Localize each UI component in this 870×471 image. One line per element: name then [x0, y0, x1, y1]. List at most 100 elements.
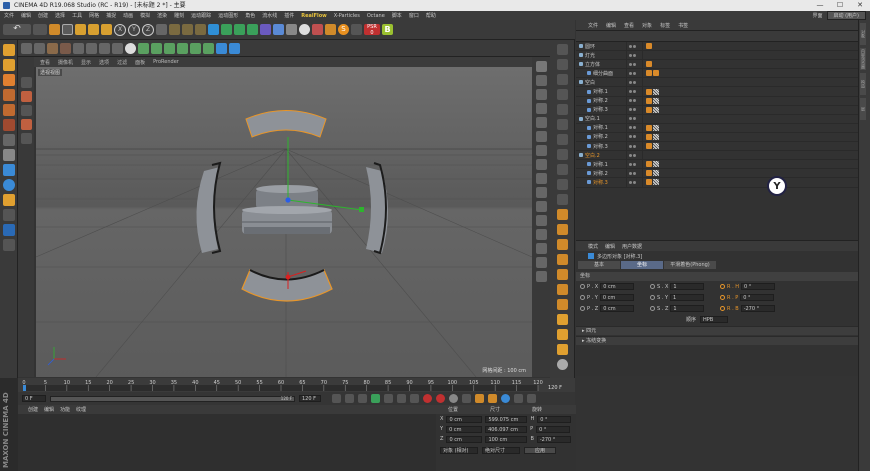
tweak-icon[interactable] [2, 194, 15, 206]
object-manager-menu-item[interactable]: 标签 [660, 22, 670, 29]
octane-material-icon[interactable] [556, 314, 568, 325]
object-row[interactable]: 立方体 [576, 60, 858, 70]
visibility-cell[interactable] [626, 42, 642, 51]
function-icon[interactable] [229, 42, 240, 54]
visibility-cell[interactable] [626, 151, 642, 160]
menu-item[interactable]: 模拟 [140, 12, 150, 19]
menu-item[interactable]: 窗口 [409, 12, 419, 19]
autokey-icon[interactable] [436, 394, 445, 403]
size-input[interactable]: 100 cm [485, 435, 528, 443]
tab-basic[interactable]: 基本 [578, 261, 620, 269]
cube-primitive-icon[interactable] [535, 61, 547, 72]
texture-tag-icon[interactable] [653, 170, 659, 177]
play-icon[interactable] [371, 394, 380, 403]
loop-cut-icon[interactable] [190, 42, 201, 54]
make-editable-icon[interactable] [21, 42, 32, 54]
texture-tag-icon[interactable] [653, 179, 659, 186]
visibility-cell[interactable] [626, 51, 642, 60]
prev-key-icon[interactable] [345, 394, 354, 403]
visibility-cell[interactable] [626, 178, 642, 187]
tab-coordinates[interactable]: 坐标 [621, 261, 663, 269]
visibility-cell[interactable] [626, 160, 642, 169]
object-row[interactable]: 灯光 [576, 51, 858, 61]
menu-item[interactable]: 流水线 [262, 12, 277, 19]
brush-icon[interactable] [20, 91, 32, 102]
arc-piece-right[interactable] [366, 167, 388, 253]
cube-icon[interactable] [208, 24, 219, 35]
menu-item[interactable]: 运动跟踪 [191, 12, 211, 19]
material-menu-item[interactable]: 创建 [28, 406, 38, 413]
menu-item[interactable]: RealFlow [301, 13, 327, 19]
menu-item[interactable]: 帮助 [426, 12, 436, 19]
visibility-dot-icon[interactable] [629, 162, 632, 166]
order-select[interactable]: HPB [700, 316, 729, 323]
visibility-cell[interactable] [626, 114, 642, 123]
shear-icon[interactable] [535, 145, 547, 156]
gear-icon[interactable] [556, 359, 568, 370]
lock-icon[interactable] [20, 77, 32, 88]
visibility-dot-icon[interactable] [633, 153, 636, 157]
keyframe-radio-icon[interactable] [650, 306, 655, 311]
coordinate-system-icon[interactable] [156, 24, 167, 35]
side-tab[interactable]: 对象 [860, 23, 866, 45]
visibility-dot-icon[interactable] [633, 44, 636, 48]
object-row[interactable]: 空白 [576, 78, 858, 88]
menu-item[interactable]: 文件 [4, 12, 14, 19]
object-row[interactable]: 对称.1 [576, 160, 858, 170]
menu-item[interactable]: 选择 [55, 12, 65, 19]
axis-x-button[interactable]: X [114, 23, 126, 36]
visibility-dot-icon[interactable] [633, 162, 636, 166]
menu-item[interactable]: X-Particles [334, 13, 360, 19]
layout-switcher[interactable]: 界面 启动 (用户) [812, 11, 866, 20]
workplane-icon[interactable] [99, 42, 110, 54]
visibility-dot-icon[interactable] [629, 44, 632, 48]
animation-mode-icon[interactable] [2, 74, 15, 86]
texture-mode-icon[interactable] [86, 42, 97, 54]
model-mode-icon[interactable] [73, 42, 84, 54]
coordinate-value-input[interactable]: 1 [670, 305, 705, 312]
object-row[interactable]: 对称.1 [576, 123, 858, 133]
visibility-cell[interactable] [626, 60, 642, 69]
coordinate-value-input[interactable]: 0 ° [741, 283, 776, 290]
coordinate-value-input[interactable]: 1 [670, 294, 704, 301]
menu-item[interactable]: 渲染 [157, 12, 167, 19]
psr-reset-button[interactable]: PSR 0 [364, 24, 380, 36]
visibility-dot-icon[interactable] [629, 153, 632, 157]
coordinate-value-input[interactable]: 0 cm [600, 305, 635, 312]
visibility-dot-icon[interactable] [629, 144, 632, 148]
prev-frame-icon[interactable] [358, 394, 367, 403]
rotate-icon[interactable] [88, 24, 99, 35]
next-key-icon[interactable] [397, 394, 406, 403]
move-icon[interactable] [62, 24, 73, 35]
arc-piece-top[interactable] [245, 110, 327, 138]
loop-select-icon[interactable] [556, 149, 568, 160]
viewport-menu-item[interactable]: 面板 [135, 59, 145, 66]
xparticles-icon[interactable] [312, 24, 323, 35]
octane-icon[interactable]: S [338, 24, 349, 35]
axis-handle-blue[interactable] [285, 197, 291, 203]
download-icon[interactable] [351, 24, 362, 35]
menu-item[interactable]: 编辑 [21, 12, 31, 19]
viewport-menu-item[interactable]: ProRender [153, 59, 179, 65]
polygons-mode-icon[interactable] [60, 42, 71, 54]
visibility-cell[interactable] [626, 96, 642, 105]
visibility-dot-icon[interactable] [633, 90, 636, 94]
fill-select-icon[interactable] [556, 179, 568, 190]
scene-floor-icon[interactable] [273, 24, 284, 35]
extrude-tool-icon[interactable] [556, 224, 568, 235]
quaternion-section[interactable]: ▸ 四元 [576, 326, 858, 335]
visibility-dot-icon[interactable] [629, 108, 632, 112]
rotation-input[interactable]: -270 ° [536, 435, 571, 443]
menu-item[interactable]: 工具 [72, 12, 82, 19]
side-tab[interactable]: 构造 [860, 73, 866, 95]
scale-tool-icon[interactable] [556, 74, 568, 85]
snapping-icon[interactable] [2, 209, 15, 221]
magnet-icon[interactable] [20, 105, 32, 116]
lasso-select-icon[interactable] [556, 119, 568, 130]
select-tool-icon[interactable] [556, 44, 568, 55]
phong-tag-icon[interactable] [646, 61, 652, 68]
ffd-icon[interactable] [535, 187, 547, 198]
keyframe-radio-icon[interactable] [650, 295, 655, 300]
texture-tag-icon[interactable] [653, 161, 659, 168]
object-row[interactable]: 对称.2 [576, 169, 858, 179]
